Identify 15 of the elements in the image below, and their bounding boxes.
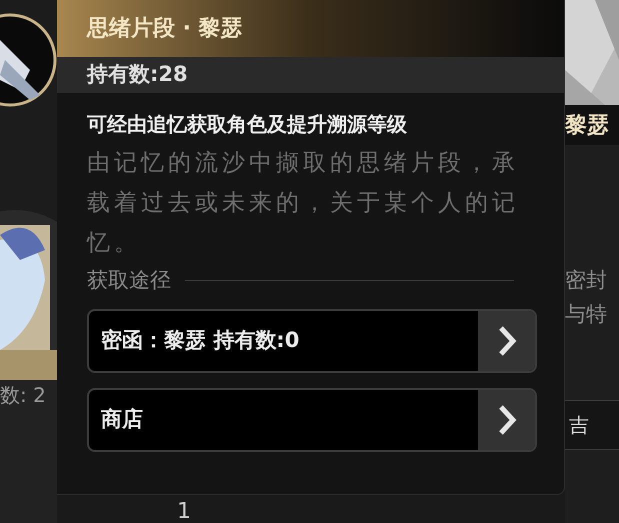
source-button[interactable]: 密函：黎瑟 持有数:0 bbox=[87, 308, 537, 372]
chevron-right-icon bbox=[496, 324, 516, 356]
page-number: 1 bbox=[177, 501, 191, 523]
item-description: 由记忆的流沙中撷取的思绪片段，承载着过去或未来的，关于某个人的记忆。 bbox=[87, 149, 520, 258]
item-subtitle: 可经由追忆获取角色及提升溯源等级 bbox=[87, 111, 408, 138]
section-heading: 获取途径 bbox=[87, 267, 171, 294]
item-title: 思绪片段 · 黎瑟 bbox=[87, 15, 243, 43]
character-name: 黎瑟 bbox=[565, 112, 609, 140]
source-button[interactable]: 商店 bbox=[87, 388, 537, 452]
text-line: 密封 bbox=[565, 267, 608, 294]
text-line: 与特 bbox=[565, 300, 608, 328]
chevron-right-icon bbox=[496, 404, 516, 436]
action-text: 吉 bbox=[569, 412, 589, 439]
owned-count: 持有数:28 bbox=[87, 61, 188, 88]
count-text: 数: 2 bbox=[0, 382, 46, 409]
